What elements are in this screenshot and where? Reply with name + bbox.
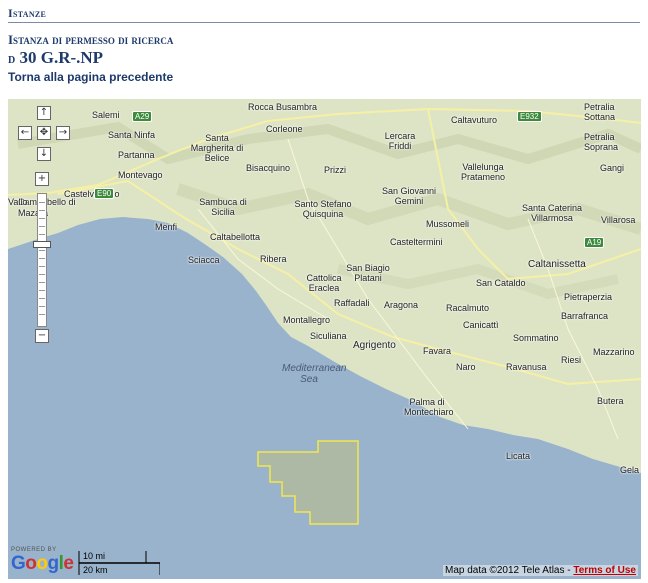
place-label: Naro: [456, 362, 476, 372]
place-label: Ravanusa: [506, 362, 547, 372]
place-label: Bisacquino: [246, 163, 291, 173]
pan-center-button[interactable]: ✥: [37, 126, 51, 140]
place-label: Villarosa: [601, 215, 636, 225]
place-label: Sambuca di Sicilia: [199, 197, 247, 217]
google-wordmark: Google: [11, 553, 74, 574]
place-label: Santo Stefano Quisquina: [294, 199, 352, 219]
place-label: Mazzarino: [593, 347, 635, 357]
place-label: Racalmuto: [446, 303, 490, 313]
place-label: Canicattì: [463, 320, 499, 330]
zoom-slider[interactable]: [37, 193, 47, 327]
place-label: Ribera: [260, 254, 287, 264]
section-divider: [8, 22, 640, 23]
place-label: Prizzi: [324, 165, 346, 175]
place-label: Lercara Friddi: [384, 131, 416, 151]
place-label: Rocca Busambra: [248, 102, 318, 112]
place-label: Sciacca: [188, 255, 220, 265]
zoom-slider-handle[interactable]: [33, 241, 51, 248]
place-label: San Biagio Platani: [346, 263, 390, 283]
place-label: Barrafranca: [561, 311, 609, 321]
place-label: Butera: [597, 396, 624, 406]
map-view[interactable]: Salemi Rocca Busambra Caltavuturo Petral…: [8, 99, 641, 579]
pan-left-button[interactable]: ←: [18, 126, 32, 140]
permit-code-value: 30 G.R-.NP: [19, 48, 104, 67]
page-subtitle: Istanza di permesso di ricerca: [8, 32, 174, 47]
sea-label: Mediterranean Sea: [282, 363, 347, 385]
place-label: Campobello di Mazara: [18, 197, 76, 218]
place-label: Casteltermini: [390, 237, 443, 247]
place-label: Cattolica Eraclea: [306, 273, 342, 293]
place-label: Riesi: [561, 355, 582, 365]
pan-up-button[interactable]: ↑: [37, 106, 51, 120]
place-label: Raffadali: [334, 298, 370, 308]
road-shield: E90: [94, 188, 115, 199]
place-label: Caltabellotta: [210, 232, 261, 242]
place-label: Partanna: [118, 150, 155, 160]
road-shield: A19: [584, 237, 605, 248]
place-label: Corleone: [266, 124, 303, 134]
place-label: Sommatino: [513, 333, 559, 343]
place-label: Santa Caterina Villarmosa: [521, 203, 583, 223]
place-label: Aragona: [384, 300, 419, 310]
place-label: Petralia Sottana: [584, 102, 616, 122]
place-label: Gela: [620, 465, 640, 475]
place-label: San Cataldo: [476, 278, 526, 288]
place-label: Gangi: [600, 163, 625, 173]
google-logo[interactable]: POWERED BY Google: [11, 547, 74, 575]
attribution-text: Map data ©2012 Tele Atlas -: [445, 565, 574, 576]
permit-code-prefix: d: [8, 52, 16, 67]
terms-of-use-link[interactable]: Terms of Use: [573, 565, 636, 576]
place-label: Palma di Montechiaro: [404, 397, 454, 417]
place-label: Salemi: [92, 110, 120, 120]
place-label: Licata: [506, 451, 531, 461]
permit-code: d 30 G.R-.NP: [8, 48, 103, 68]
place-label: Vallelunga Pratameno: [460, 162, 506, 182]
place-label: San Giovanni Gemini: [381, 186, 437, 206]
place-label: Petralia Soprana: [584, 132, 619, 152]
road-shield: A29: [132, 111, 153, 122]
place-label: Mussomeli: [426, 219, 470, 229]
back-link[interactable]: Torna alla pagina precedente: [8, 70, 173, 84]
map-scale: 10 mi 20 km: [78, 549, 160, 577]
place-label: Montallegro: [283, 315, 331, 325]
road-shield: E932: [517, 111, 542, 122]
place-label: Santa Ninfa: [108, 130, 156, 140]
place-label: Siculiana: [310, 331, 347, 341]
place-label: Favara: [423, 346, 452, 356]
pan-down-button[interactable]: ↓: [37, 147, 51, 161]
zoom-out-button[interactable]: −: [35, 329, 49, 343]
place-label: Caltavuturo: [451, 115, 498, 125]
place-label: Menfi: [155, 222, 178, 232]
place-label: Agrigento: [353, 340, 396, 351]
section-title: Istanze: [8, 6, 47, 20]
map-attribution: Map data ©2012 Tele Atlas - Terms of Use: [443, 565, 638, 576]
scale-km: 20 km: [83, 565, 108, 575]
place-label: Caltanissetta: [528, 259, 586, 270]
scale-miles: 10 mi: [83, 551, 106, 561]
place-label: Santa Margherita di Belice: [190, 133, 244, 163]
pan-right-button[interactable]: →: [56, 126, 70, 140]
place-label: Montevago: [118, 170, 163, 180]
place-label: Pietraperzia: [564, 292, 613, 302]
zoom-in-button[interactable]: +: [35, 172, 49, 186]
place-label: Vallo: [8, 197, 28, 207]
